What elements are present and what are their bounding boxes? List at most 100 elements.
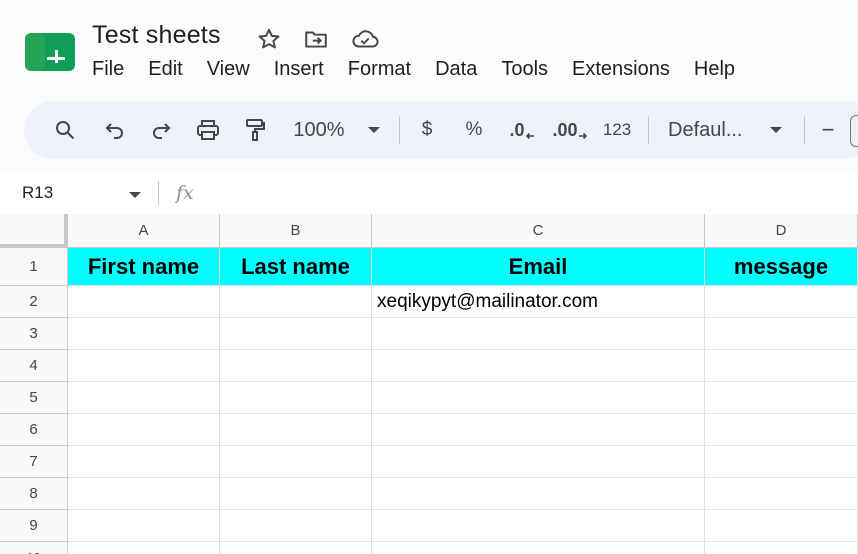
increase-decimals-button[interactable]: .00 xyxy=(552,101,588,159)
cell-b7[interactable] xyxy=(220,446,372,478)
arrow-left-icon xyxy=(525,132,534,140)
cell-b4[interactable] xyxy=(220,350,372,382)
top-bar: Test sheets File Edit View Insert Format… xyxy=(0,0,858,98)
menu-tools[interactable]: Tools xyxy=(501,58,548,81)
cell-b6[interactable] xyxy=(220,414,372,446)
formula-input[interactable] xyxy=(212,172,852,214)
cell-b5[interactable] xyxy=(220,382,372,414)
cell-d3[interactable] xyxy=(705,318,858,350)
cell-c8[interactable] xyxy=(372,478,705,510)
cell-c3[interactable] xyxy=(372,318,705,350)
column-header-d[interactable]: D xyxy=(705,214,858,248)
select-all-corner[interactable] xyxy=(0,214,68,248)
cell-c2[interactable]: xeqikypyt@mailinator.com xyxy=(372,286,705,318)
menu-insert[interactable]: Insert xyxy=(274,58,324,81)
row-header-9[interactable]: 9 xyxy=(0,510,68,542)
fx-icon: fx xyxy=(176,182,194,204)
zoom-dropdown-icon[interactable] xyxy=(364,101,384,159)
cell-d8[interactable] xyxy=(705,478,858,510)
row-header-1[interactable]: 1 xyxy=(0,248,68,286)
undo-icon[interactable] xyxy=(100,101,130,159)
cell-d2[interactable] xyxy=(705,286,858,318)
menu-extensions[interactable]: Extensions xyxy=(572,58,670,81)
cell-d1[interactable]: message xyxy=(705,248,858,286)
sheets-logo-icon[interactable] xyxy=(25,33,75,71)
cell-a2[interactable] xyxy=(68,286,220,318)
star-icon[interactable] xyxy=(256,26,282,52)
cell-b10[interactable] xyxy=(220,542,372,554)
cell-a6[interactable] xyxy=(68,414,220,446)
arrow-right-icon xyxy=(578,132,587,140)
cell-a1[interactable]: First name xyxy=(68,248,220,286)
move-to-folder-icon[interactable] xyxy=(303,26,329,52)
cell-b3[interactable] xyxy=(220,318,372,350)
cell-c6[interactable] xyxy=(372,414,705,446)
decrease-font-size-button[interactable]: − xyxy=(816,101,840,159)
toolbar-divider xyxy=(399,116,400,144)
cell-d6[interactable] xyxy=(705,414,858,446)
menu-edit[interactable]: Edit xyxy=(148,58,182,81)
increase-decimals-label: .00 xyxy=(552,119,578,140)
currency-format-button[interactable]: $ xyxy=(416,101,438,159)
cell-a3[interactable] xyxy=(68,318,220,350)
cell-d7[interactable] xyxy=(705,446,858,478)
cell-c10[interactable] xyxy=(372,542,705,554)
redo-icon[interactable] xyxy=(146,101,176,159)
name-box[interactable]: R13 xyxy=(22,172,53,214)
row-header-4[interactable]: 4 xyxy=(0,350,68,382)
menu-format[interactable]: Format xyxy=(348,58,411,81)
percent-format-button[interactable]: % xyxy=(462,101,486,159)
row-header-5[interactable]: 5 xyxy=(0,382,68,414)
cell-a7[interactable] xyxy=(68,446,220,478)
toolbar-divider xyxy=(804,116,805,144)
cell-d4[interactable] xyxy=(705,350,858,382)
cell-b2[interactable] xyxy=(220,286,372,318)
cell-c5[interactable] xyxy=(372,382,705,414)
cell-a4[interactable] xyxy=(68,350,220,382)
more-formats-button[interactable]: 123 xyxy=(600,101,634,159)
decrease-decimals-button[interactable]: .0 xyxy=(506,101,538,159)
row-header-2[interactable]: 2 xyxy=(0,286,68,318)
search-icon[interactable] xyxy=(50,101,80,159)
toolbar: 100% $ % .0 .00 123 Defaul... − xyxy=(24,101,858,159)
zoom-select[interactable]: 100% xyxy=(288,101,350,159)
cell-d10[interactable] xyxy=(705,542,858,554)
cell-d5[interactable] xyxy=(705,382,858,414)
row-header-3[interactable]: 3 xyxy=(0,318,68,350)
cell-b1[interactable]: Last name xyxy=(220,248,372,286)
menu-file[interactable]: File xyxy=(92,58,124,81)
document-title[interactable]: Test sheets xyxy=(92,21,221,50)
print-icon[interactable] xyxy=(192,101,224,159)
cell-c9[interactable] xyxy=(372,510,705,542)
cell-b8[interactable] xyxy=(220,478,372,510)
cell-a10[interactable] xyxy=(68,542,220,554)
font-size-input[interactable] xyxy=(850,115,858,147)
column-header-c[interactable]: C xyxy=(372,214,705,248)
menu-bar: File Edit View Insert Format Data Tools … xyxy=(92,58,759,81)
paint-format-icon[interactable] xyxy=(240,101,270,159)
spreadsheet-grid: A B C D 1 2 3 4 5 6 7 8 9 10 First name … xyxy=(0,214,858,554)
cell-a8[interactable] xyxy=(68,478,220,510)
cell-d9[interactable] xyxy=(705,510,858,542)
cloud-saved-icon[interactable] xyxy=(350,26,380,52)
font-dropdown-icon[interactable] xyxy=(766,101,786,159)
menu-view[interactable]: View xyxy=(207,58,250,81)
cell-c7[interactable] xyxy=(372,446,705,478)
column-header-b[interactable]: B xyxy=(220,214,372,248)
name-box-dropdown-icon[interactable] xyxy=(125,184,145,204)
font-select[interactable]: Defaul... xyxy=(668,101,754,159)
menu-data[interactable]: Data xyxy=(435,58,477,81)
row-header-7[interactable]: 7 xyxy=(0,446,68,478)
cell-a5[interactable] xyxy=(68,382,220,414)
row-header-8[interactable]: 8 xyxy=(0,478,68,510)
menu-help[interactable]: Help xyxy=(694,58,735,81)
cell-a9[interactable] xyxy=(68,510,220,542)
decrease-decimals-label: .0 xyxy=(509,119,525,140)
cell-c4[interactable] xyxy=(372,350,705,382)
formula-bar: R13 fx xyxy=(0,172,858,215)
row-header-6[interactable]: 6 xyxy=(0,414,68,446)
row-header-10[interactable]: 10 xyxy=(0,542,68,554)
cell-c1[interactable]: Email xyxy=(372,248,705,286)
cell-b9[interactable] xyxy=(220,510,372,542)
column-header-a[interactable]: A xyxy=(68,214,220,248)
